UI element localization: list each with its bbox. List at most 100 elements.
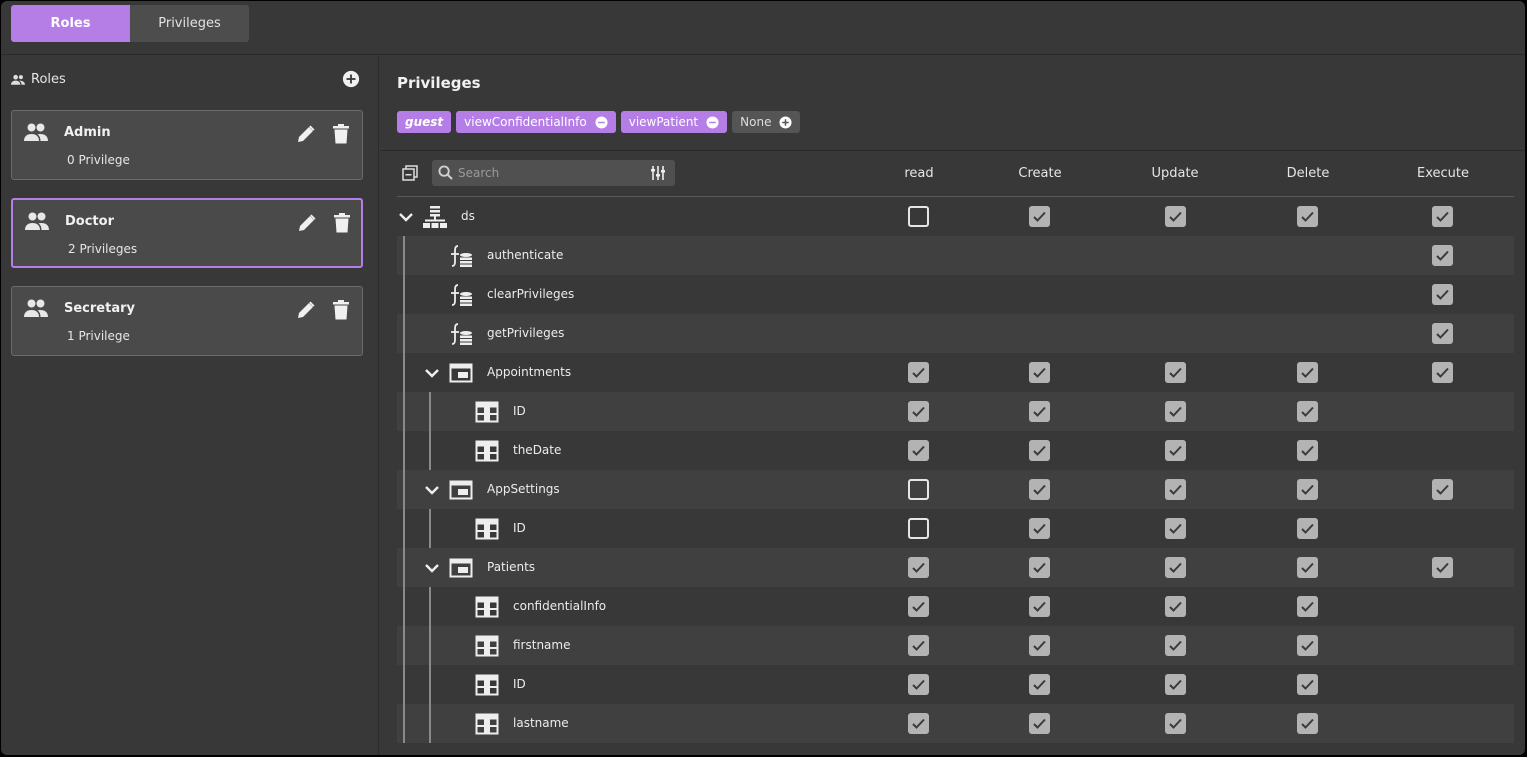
add-circle-icon[interactable] [779, 115, 792, 129]
checkbox-read[interactable] [908, 635, 929, 656]
checkbox-execute[interactable] [1432, 245, 1453, 266]
checkbox-read[interactable] [908, 206, 929, 227]
checkbox-update[interactable] [1165, 557, 1186, 578]
checkbox-read[interactable] [908, 479, 929, 500]
privilege-chip[interactable]: viewConfidentialInfo [456, 111, 616, 133]
roles-header: Roles [11, 72, 66, 87]
pencil-icon[interactable] [296, 124, 316, 144]
checkbox-execute[interactable] [1432, 557, 1453, 578]
checkbox-update[interactable] [1165, 479, 1186, 500]
checkbox-read[interactable] [908, 674, 929, 695]
trash-icon[interactable] [333, 213, 351, 233]
tree-row: ID [397, 509, 1514, 548]
checkbox-create[interactable] [1029, 479, 1050, 500]
checkbox-delete[interactable] [1297, 557, 1318, 578]
checkbox-update[interactable] [1165, 206, 1186, 227]
tab-privileges[interactable]: Privileges [130, 5, 249, 42]
checkbox-update[interactable] [1165, 674, 1186, 695]
tree-row: confidentialInfo [397, 587, 1514, 626]
checkbox-execute[interactable] [1432, 284, 1453, 305]
checkbox-delete[interactable] [1297, 596, 1318, 617]
role-card[interactable]: Admin 0 Privilege [11, 110, 363, 180]
column-header-execute: Execute [1417, 166, 1469, 181]
table-icon [449, 361, 473, 385]
checkbox-delete[interactable] [1297, 206, 1318, 227]
search-input[interactable] [458, 163, 638, 183]
checkbox-update[interactable] [1165, 401, 1186, 422]
checkbox-create[interactable] [1029, 674, 1050, 695]
people-icon [24, 123, 48, 141]
checkbox-delete[interactable] [1297, 362, 1318, 383]
tree-row: ID [397, 665, 1514, 704]
checkbox-read[interactable] [908, 401, 929, 422]
column-icon [475, 595, 499, 619]
checkbox-create[interactable] [1029, 635, 1050, 656]
collapse-all-icon[interactable] [402, 165, 418, 181]
pencil-icon[interactable] [296, 300, 316, 320]
checkbox-update[interactable] [1165, 635, 1186, 656]
remove-circle-icon[interactable] [595, 115, 608, 129]
function-icon [449, 322, 473, 346]
tree-row: clearPrivileges [397, 275, 1514, 314]
privilege-chip[interactable]: viewPatient [620, 111, 728, 133]
checkbox-delete[interactable] [1297, 674, 1318, 695]
pencil-icon[interactable] [297, 213, 317, 233]
checkbox-delete[interactable] [1297, 713, 1318, 734]
chevron-down-icon[interactable] [424, 365, 440, 381]
checkbox-create[interactable] [1029, 401, 1050, 422]
checkbox-read[interactable] [908, 518, 929, 539]
role-privilege-count: 0 Privilege [67, 153, 130, 167]
remove-circle-icon[interactable] [706, 115, 719, 129]
datasource-icon [423, 205, 447, 229]
checkbox-delete[interactable] [1297, 518, 1318, 539]
function-icon [449, 244, 473, 268]
checkbox-read[interactable] [908, 557, 929, 578]
add-role-button[interactable] [342, 70, 360, 88]
chevron-down-icon[interactable] [424, 560, 440, 576]
chevron-down-icon[interactable] [398, 209, 414, 225]
checkbox-execute[interactable] [1432, 323, 1453, 344]
role-name: Doctor [65, 214, 114, 229]
chip-label: viewPatient [628, 115, 699, 129]
checkbox-delete[interactable] [1297, 635, 1318, 656]
checkbox-update[interactable] [1165, 518, 1186, 539]
checkbox-create[interactable] [1029, 206, 1050, 227]
checkbox-create[interactable] [1029, 518, 1050, 539]
checkbox-update[interactable] [1165, 596, 1186, 617]
role-card[interactable]: Doctor 2 Privileges [11, 198, 363, 268]
tree-row-label: clearPrivileges [487, 287, 575, 301]
checkbox-update[interactable] [1165, 713, 1186, 734]
checkbox-update[interactable] [1165, 440, 1186, 461]
column-header-delete: Delete [1286, 166, 1330, 181]
checkbox-delete[interactable] [1297, 479, 1318, 500]
checkbox-update[interactable] [1165, 362, 1186, 383]
checkbox-execute[interactable] [1432, 362, 1453, 383]
checkbox-execute[interactable] [1432, 206, 1453, 227]
privilege-tree: ds authenticate clearPrivileges getPrivi… [397, 197, 1514, 743]
chip-label: guest [405, 115, 444, 129]
checkbox-create[interactable] [1029, 557, 1050, 578]
checkbox-execute[interactable] [1432, 479, 1453, 500]
tab-roles[interactable]: Roles [11, 5, 130, 42]
chevron-down-icon[interactable] [424, 482, 440, 498]
tree-row: theDate [397, 431, 1514, 470]
checkbox-read[interactable] [908, 713, 929, 734]
checkbox-read[interactable] [908, 440, 929, 461]
checkbox-delete[interactable] [1297, 440, 1318, 461]
trash-icon[interactable] [332, 300, 350, 320]
tree-row-label: AppSettings [487, 482, 560, 496]
checkbox-create[interactable] [1029, 713, 1050, 734]
checkbox-create[interactable] [1029, 440, 1050, 461]
role-card[interactable]: Secretary 1 Privilege [11, 286, 363, 356]
checkbox-create[interactable] [1029, 362, 1050, 383]
privileges-title: Privileges [397, 74, 481, 92]
checkbox-read[interactable] [908, 596, 929, 617]
checkbox-read[interactable] [908, 362, 929, 383]
app-window: Roles Privileges Roles Admin 0 Privilege [1, 1, 1525, 755]
privilege-chip[interactable]: None [732, 111, 801, 133]
role-privilege-count: 2 Privileges [68, 242, 138, 256]
checkbox-delete[interactable] [1297, 401, 1318, 422]
checkbox-create[interactable] [1029, 596, 1050, 617]
trash-icon[interactable] [332, 124, 350, 144]
filter-sliders-icon[interactable] [650, 165, 666, 181]
